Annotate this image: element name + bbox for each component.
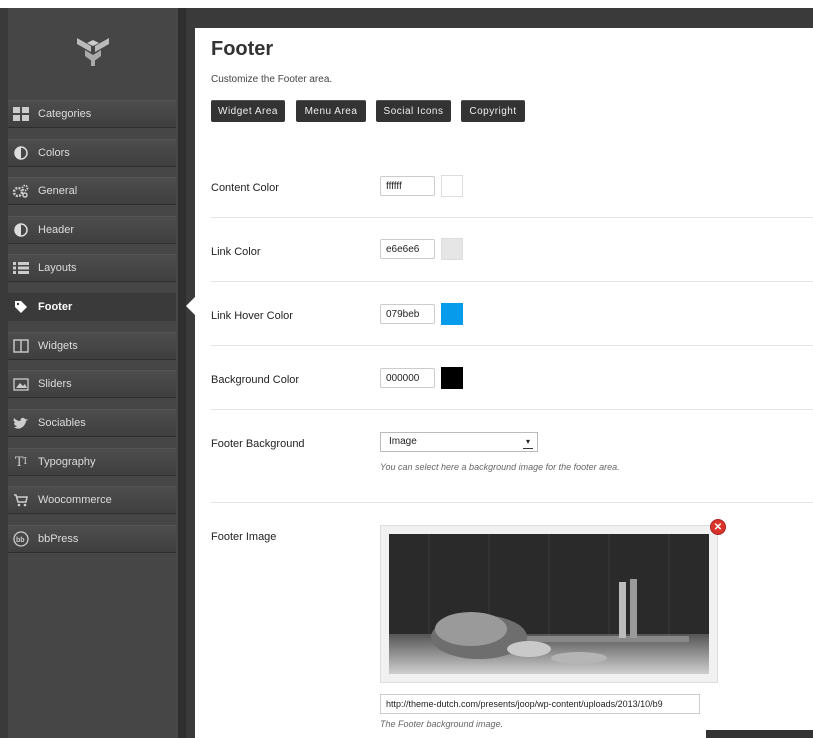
sidebar-item-widgets[interactable]: Widgets: [8, 332, 176, 360]
layouts-icon: [13, 260, 29, 276]
background-color-swatch[interactable]: [441, 367, 463, 389]
tab-widget-area[interactable]: Widget Area: [211, 100, 285, 122]
link-color-label: Link Color: [211, 246, 261, 258]
tab-menu-area[interactable]: Menu Area: [296, 100, 366, 122]
tab-copyright[interactable]: Copyright: [461, 100, 525, 122]
page-title: Footer: [211, 38, 274, 60]
divider: [211, 345, 813, 346]
bottom-corner-bar: [706, 730, 813, 738]
sidebar: Categories Colors General Header Layouts…: [8, 8, 178, 738]
sidebar-item-layouts[interactable]: Layouts: [8, 254, 176, 282]
sidebar-item-header[interactable]: Header: [8, 216, 176, 244]
chevron-down-icon: ▾: [523, 436, 533, 449]
sidebar-item-label: Footer: [38, 301, 73, 313]
footer-image-help: The Footer background image.: [380, 719, 504, 729]
typography-icon: TI: [14, 454, 28, 470]
sidebar-item-label: Sliders: [38, 378, 72, 390]
footer-background-label: Footer Background: [211, 438, 305, 450]
widgets-icon: [13, 338, 29, 354]
gears-icon: [13, 183, 29, 199]
categories-icon: [13, 106, 29, 122]
sidebar-item-label: Widgets: [38, 340, 78, 352]
link-color-swatch[interactable]: [441, 238, 463, 260]
background-color-label: Background Color: [211, 374, 300, 386]
top-strip: [0, 0, 813, 8]
footer-background-value: Image: [389, 436, 417, 447]
sidebar-item-label: Colors: [38, 147, 70, 159]
sidebar-item-label: General: [38, 185, 78, 197]
sidebar-item-footer[interactable]: Footer: [8, 293, 176, 321]
sidebar-item-label: Header: [38, 224, 75, 236]
remove-image-button[interactable]: ✕: [710, 519, 726, 535]
bbpress-icon: bb: [13, 531, 29, 547]
content-color-swatch[interactable]: [441, 175, 463, 197]
link-hover-color-swatch[interactable]: [441, 303, 463, 325]
sidebar-item-label: Woocommerce: [38, 494, 112, 506]
theme-logo-icon: [77, 38, 109, 66]
footer-background-help: You can select here a background image f…: [380, 462, 620, 472]
link-hover-color-input[interactable]: 079beb: [380, 304, 435, 324]
footer-image-label: Footer Image: [211, 531, 277, 543]
sidebar-item-sociables[interactable]: Sociables: [8, 409, 176, 437]
sidebar-item-woocommerce[interactable]: Woocommerce: [8, 486, 176, 514]
sidebar-item-label: Typography: [38, 456, 96, 468]
sidebar-item-typography[interactable]: TI Typography: [8, 448, 176, 476]
cart-icon: [13, 492, 29, 508]
colors-icon: [13, 145, 29, 161]
sidebar-item-categories[interactable]: Categories: [8, 100, 176, 128]
divider: [211, 502, 813, 503]
twitter-bird-icon: [13, 415, 29, 431]
header-icon: [13, 222, 29, 238]
divider: [211, 409, 813, 410]
svg-text:bb: bb: [16, 537, 25, 544]
image-icon: [13, 376, 29, 392]
link-hover-color-label: Link Hover Color: [211, 310, 293, 322]
sidebar-item-label: Layouts: [38, 262, 77, 274]
sidebar-item-label: bbPress: [38, 533, 79, 545]
logo: [8, 8, 178, 96]
main-panel: Footer Customize the Footer area. Widget…: [195, 28, 813, 738]
content-color-input[interactable]: ffffff: [380, 176, 435, 196]
divider: [211, 281, 813, 282]
content-color-label: Content Color: [211, 182, 279, 194]
sidebar-item-colors[interactable]: Colors: [8, 139, 176, 167]
tab-social-icons[interactable]: Social Icons: [376, 100, 451, 122]
footer-image-thumbnail: [389, 534, 709, 674]
sidebar-divider: [178, 8, 186, 738]
link-color-input[interactable]: e6e6e6: [380, 239, 435, 259]
footer-image-url-input[interactable]: http://theme-dutch.com/presents/joop/wp-…: [380, 694, 700, 714]
sidebar-item-label: Sociables: [38, 417, 86, 429]
footer-image-preview: [380, 525, 718, 683]
sidebar-item-general[interactable]: General: [8, 177, 176, 205]
sidebar-item-label: Categories: [38, 108, 92, 120]
page-subtitle: Customize the Footer area.: [211, 74, 333, 85]
tag-icon: [13, 299, 29, 315]
footer-background-select[interactable]: Image ▾: [380, 432, 538, 452]
sidebar-item-bbpress[interactable]: bb bbPress: [8, 525, 176, 553]
divider: [211, 217, 813, 218]
sidebar-item-sliders[interactable]: Sliders: [8, 370, 176, 398]
background-color-input[interactable]: 000000: [380, 368, 435, 388]
